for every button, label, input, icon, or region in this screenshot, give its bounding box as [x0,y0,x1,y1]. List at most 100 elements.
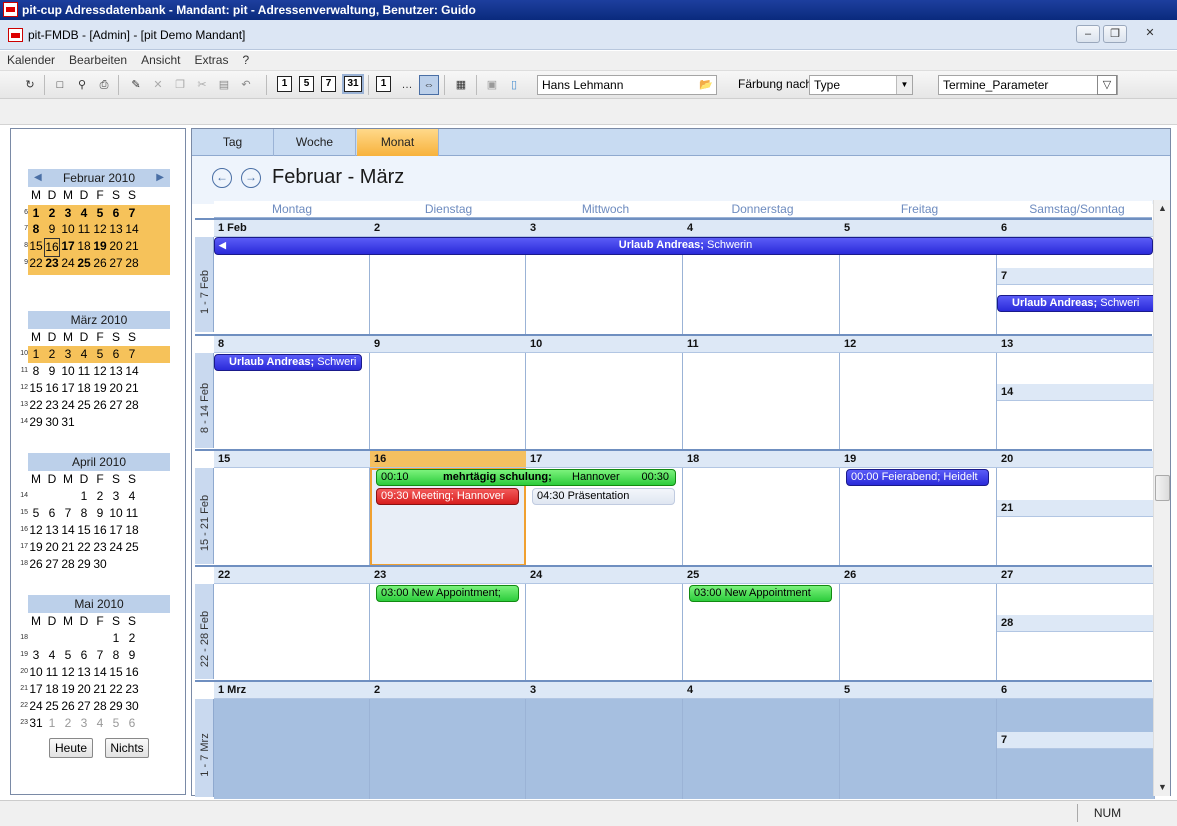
new-page-icon[interactable]: □ [50,75,70,95]
day-header[interactable]: 4 [683,220,840,237]
workweek-view-icon[interactable]: 5 [299,76,314,92]
paste-icon[interactable]: ▤ [214,75,234,95]
day-cell[interactable] [370,699,526,799]
restore-button[interactable]: ❐ [1103,25,1127,43]
event-urlaub[interactable]: Urlaub Andreas; Schweri [997,295,1154,312]
minimize-button[interactable]: – [1076,25,1100,43]
scroll-thumb[interactable] [1155,475,1170,501]
event-feierabend[interactable]: 00:00 Feierabend; Heidelt [846,469,989,486]
day-cell[interactable] [683,699,840,799]
day-header[interactable]: 9 [370,336,526,353]
none-button[interactable]: Nichts [105,738,149,758]
menu-kalender[interactable]: Kalender [0,51,62,70]
day-header[interactable]: 25 [683,567,840,584]
day-header[interactable]: 2 [370,220,526,237]
day-header[interactable]: 20 [997,451,1155,468]
day-cell[interactable] [997,401,1155,450]
delete-icon[interactable]: ✕ [148,75,168,95]
day-header[interactable]: 3 [526,682,683,699]
event-meeting[interactable]: 09:30 Meeting; Hannover [376,488,519,505]
day-header[interactable]: 13 [997,336,1155,353]
day-cell[interactable] [526,353,683,450]
tab-woche[interactable]: Woche [274,129,356,156]
day-header[interactable]: 28 [997,615,1155,632]
week-view-icon[interactable]: 7 [321,76,336,92]
day-cell[interactable] [997,353,1155,384]
day-header[interactable]: 7 [997,268,1155,285]
day-header[interactable]: 17 [526,451,683,468]
day-header[interactable]: 8 [214,336,370,353]
day-header[interactable]: 1 Mrz [214,682,370,699]
copy-icon[interactable]: ❐ [170,75,190,95]
day-header[interactable]: 15 [214,451,370,468]
day-header[interactable]: 3 [526,220,683,237]
undo-icon[interactable]: ↶ [236,75,256,95]
ellipsis-icon[interactable]: … [397,75,417,95]
next-arrow-icon[interactable]: → [241,168,261,188]
event-urlaub[interactable]: ◀ Urlaub Andreas; Schwerin [214,237,1153,255]
day-header[interactable]: 2 [370,682,526,699]
cut-icon[interactable]: ✂ [192,75,212,95]
prev-month-icon[interactable]: ◀ [34,169,42,187]
day-cell[interactable] [840,353,997,450]
day-header[interactable]: 18 [683,451,840,468]
open-folder-icon[interactable]: 📂 [696,75,716,95]
scroll-down-icon[interactable]: ▼ [1154,779,1171,796]
tab-tag[interactable]: Tag [192,129,274,156]
day-header[interactable]: 26 [840,567,997,584]
faerbung-select[interactable]: Type ▼ [809,75,913,95]
day-header[interactable]: 14 [997,384,1155,401]
tab-monat[interactable]: Monat [357,129,439,156]
export-icon[interactable]: ▯ [504,75,524,95]
day-cell[interactable] [997,699,1155,732]
day-view-icon[interactable]: 1 [277,76,292,92]
new-entry-icon[interactable]: ✎ [126,75,146,95]
day-header[interactable]: 5 [840,682,997,699]
save-icon[interactable]: ▣ [482,75,502,95]
menu-extras[interactable]: Extras [187,51,235,70]
day-cell[interactable] [370,353,526,450]
single-day-icon[interactable]: 1 [376,76,391,92]
day-header[interactable]: 4 [683,682,840,699]
event-new-appointment[interactable]: 03:00 New Appointment; [376,585,519,602]
person-field[interactable]: Hans Lehmann [537,75,717,95]
day-cell[interactable] [214,468,370,566]
close-button[interactable]: ✕ [1138,25,1162,43]
today-button[interactable]: Heute [49,738,93,758]
day-header[interactable]: 21 [997,500,1155,517]
day-cell[interactable] [214,584,370,681]
day-header[interactable]: 19 [840,451,997,468]
day-cell[interactable] [683,468,840,566]
menu-help[interactable]: ? [235,51,256,70]
refresh-icon[interactable]: ↻ [20,75,40,95]
day-header[interactable]: 7 [997,732,1155,749]
menu-bearbeiten[interactable]: Bearbeiten [62,51,134,70]
day-cell[interactable] [997,584,1155,615]
vertical-scrollbar[interactable]: ▲ ▼ [1153,200,1170,796]
day-header[interactable]: 6 [997,682,1155,699]
scroll-up-icon[interactable]: ▲ [1154,200,1171,217]
event-schulung[interactable]: 00:10 mehrtägig schulung; Hannover 00:30 [376,469,676,486]
prev-arrow-icon[interactable]: ← [212,168,232,188]
filter-funnel-icon[interactable]: ▽ [1097,75,1117,95]
day-cell[interactable] [997,468,1155,500]
filter-field[interactable]: Termine_Parameter [938,75,1118,95]
event-praesentation[interactable]: 04:30 Präsentation [532,488,675,505]
day-cell[interactable] [840,699,997,799]
day-cell[interactable] [526,584,683,681]
grid-icon[interactable]: ▦ [451,75,471,95]
menu-ansicht[interactable]: Ansicht [134,51,187,70]
day-cell[interactable] [997,749,1155,799]
sync-arrows-icon[interactable]: ⇔ [419,75,439,95]
day-header[interactable]: 12 [840,336,997,353]
print-icon[interactable]: ⎙ [94,75,114,95]
day-cell[interactable] [840,584,997,681]
print-preview-icon[interactable]: ⚲ [72,75,92,95]
day-header[interactable]: 6 [997,220,1155,237]
day-header[interactable]: 11 [683,336,840,353]
day-cell[interactable] [526,699,683,799]
day-header[interactable]: 10 [526,336,683,353]
event-new-appointment[interactable]: 03:00 New Appointment [689,585,832,602]
event-urlaub[interactable]: Urlaub Andreas; Schweri [214,354,362,371]
next-month-icon[interactable]: ▶ [156,169,164,187]
